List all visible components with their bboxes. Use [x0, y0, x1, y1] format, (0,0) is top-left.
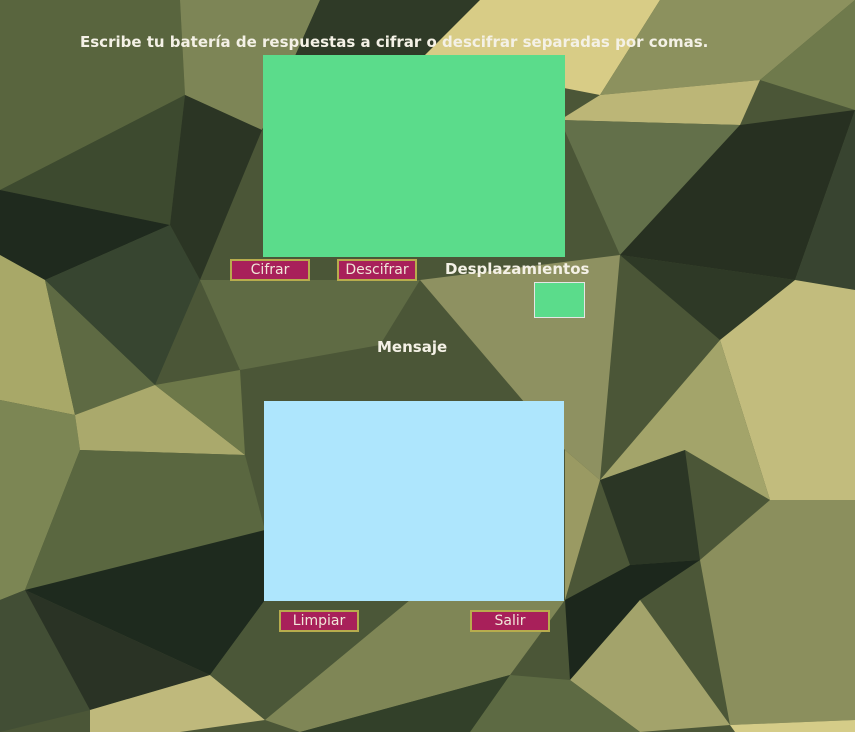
descifrar-button[interactable]: Descifrar	[337, 259, 417, 281]
message-label: Mensaje	[377, 338, 448, 356]
shift-label: Desplazamientos	[445, 260, 590, 278]
cifrar-button[interactable]: Cifrar	[230, 259, 310, 281]
limpiar-button[interactable]: Limpiar	[279, 610, 359, 632]
input-textarea[interactable]	[263, 55, 565, 257]
shift-input[interactable]	[534, 282, 585, 318]
message-textarea[interactable]	[264, 401, 564, 601]
salir-button[interactable]: Salir	[470, 610, 550, 632]
instructions-text: Escribe tu batería de respuestas a cifra…	[80, 33, 709, 51]
